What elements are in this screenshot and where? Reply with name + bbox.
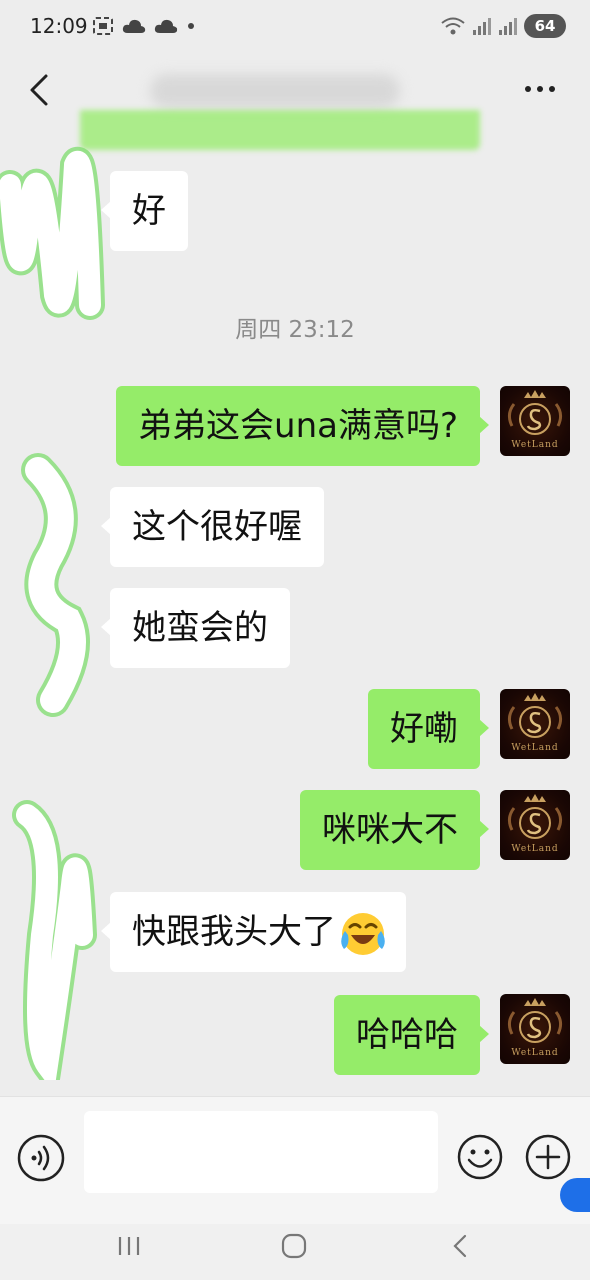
incoming-message-bubble[interactable]: 好 (101, 171, 188, 251)
redaction-scribble (0, 146, 105, 320)
status-system-icons: 64 (440, 14, 566, 38)
status-bar: 12:09 64 (0, 0, 590, 56)
signal-icon-2 (499, 18, 517, 35)
wifi-icon (441, 17, 465, 35)
message-text: 快跟我头大了 (132, 912, 336, 952)
system-nav-bar (0, 1224, 590, 1280)
plus-icon[interactable] (524, 1133, 572, 1181)
incoming-message-bubble[interactable]: 快跟我头大了 (101, 892, 406, 972)
cloud-icon (122, 19, 146, 33)
screenshot-icon (93, 17, 113, 35)
signal-icon (473, 18, 491, 35)
laughing-crying-emoji (341, 912, 385, 955)
message-input[interactable] (84, 1111, 438, 1193)
avatar-label: WetLand (511, 844, 559, 854)
voice-icon[interactable] (16, 1133, 66, 1183)
avatar-label: WetLand (511, 1048, 559, 1058)
outgoing-message-bubble[interactable]: 弟弟这会una满意吗? (116, 386, 489, 466)
cloud-icon-2 (154, 19, 178, 33)
emoji-icon[interactable] (456, 1133, 504, 1181)
blurred-message-fragment (80, 110, 480, 150)
back-arrow-icon[interactable] (24, 70, 58, 110)
input-bar (0, 1096, 590, 1224)
battery-indicator: 64 (524, 14, 566, 38)
avatar[interactable]: WetLand (500, 386, 570, 456)
status-time: 12:09 (30, 14, 88, 38)
outgoing-message-bubble[interactable]: 咪咪大不 (300, 790, 489, 870)
incoming-message-bubble[interactable]: 她蛮会的 (101, 588, 290, 668)
incoming-message-bubble[interactable]: 这个很好喔 (101, 487, 324, 567)
avatar-label: WetLand (511, 743, 559, 753)
home-icon[interactable] (280, 1232, 308, 1260)
battery-level: 64 (534, 17, 556, 35)
dot-icon (188, 23, 194, 29)
recent-apps-icon[interactable] (116, 1234, 142, 1258)
chat-title: •••••••• (150, 74, 400, 108)
avatar[interactable]: WetLand (500, 790, 570, 860)
redaction-scribble (12, 800, 97, 1080)
chat-timestamp: 周四 23:12 (235, 317, 355, 343)
redaction-scribble (21, 453, 90, 717)
outgoing-message-bubble[interactable]: 好嘞 (368, 689, 489, 769)
status-notification-icons (92, 16, 196, 36)
avatar-label: WetLand (511, 440, 559, 450)
avatar[interactable]: WetLand (500, 994, 570, 1064)
floating-assistant-button[interactable] (560, 1178, 590, 1212)
nav-back-icon[interactable] (450, 1232, 470, 1260)
more-icon[interactable] (520, 74, 560, 104)
outgoing-message-bubble[interactable]: 哈哈哈 (334, 995, 489, 1075)
avatar[interactable]: WetLand (500, 689, 570, 759)
